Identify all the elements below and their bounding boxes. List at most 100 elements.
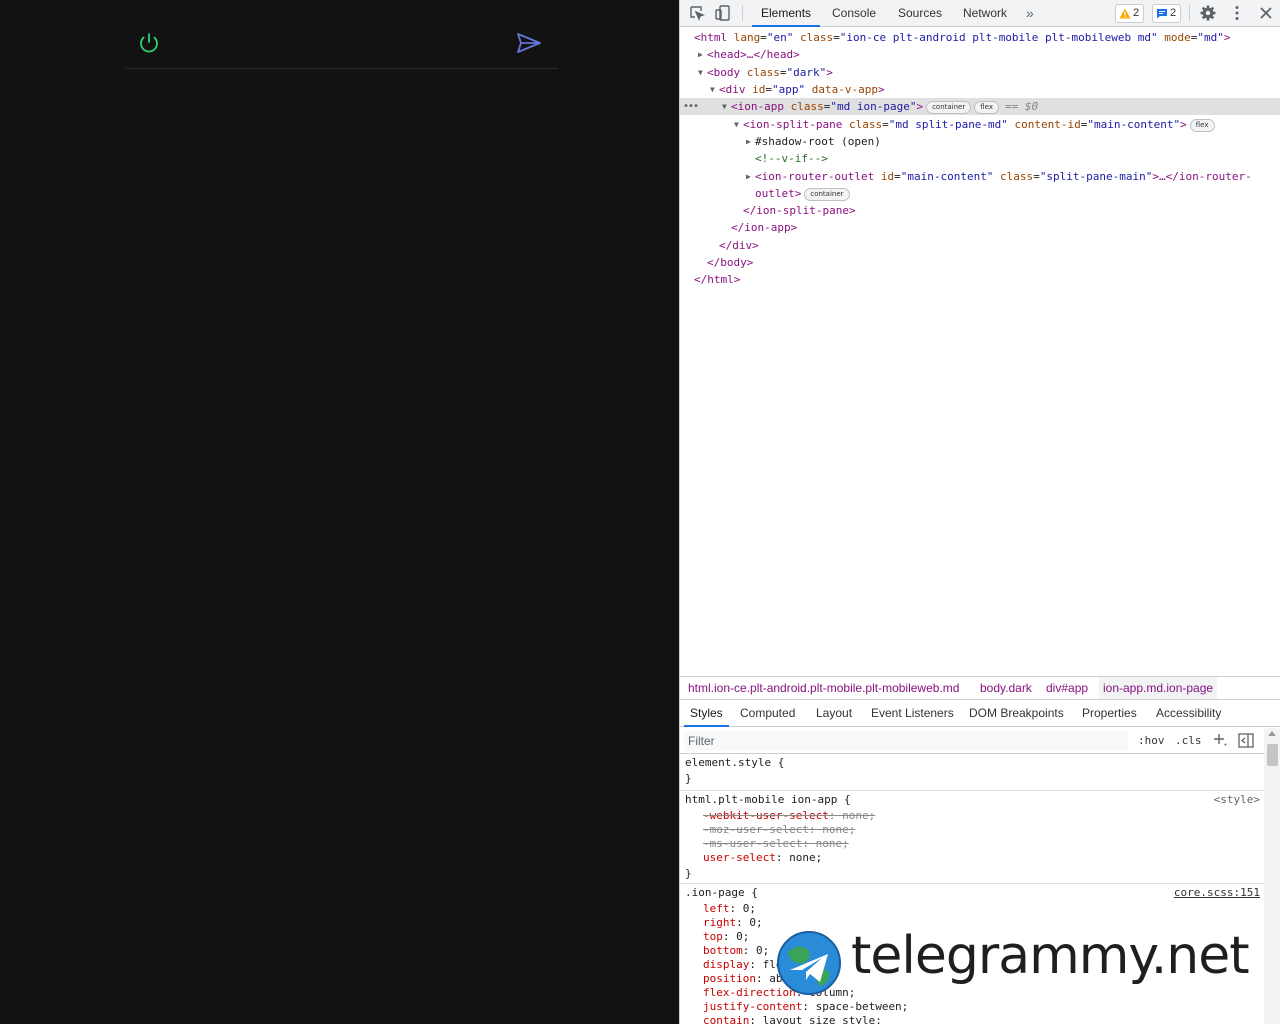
prop-name: left — [703, 902, 730, 915]
expand-triangle-icon[interactable]: ▶ — [746, 133, 754, 150]
flex-badge[interactable]: flex — [1189, 119, 1215, 132]
tag-end: > — [1223, 31, 1231, 44]
rule-selector: element.style { — [685, 756, 785, 769]
styles-subtabs: Styles Computed Layout Event Listeners D… — [680, 700, 1280, 727]
scroll-thumb[interactable] — [1267, 744, 1278, 766]
tag-name: <ion-split-pane — [743, 118, 843, 131]
dom-node-head[interactable]: ▶ <head>…</head> — [680, 46, 1280, 63]
dom-node-ion-router-outlet-wrap[interactable]: outlet> container — [680, 185, 1280, 202]
attr-value: "main-content" — [900, 170, 994, 183]
tab-elements[interactable]: Elements — [752, 0, 821, 27]
power-icon[interactable] — [137, 31, 161, 55]
dom-node-ion-app-close[interactable]: </ion-app> — [680, 219, 1280, 236]
style-declaration[interactable]: -webkit-user-select: none; — [703, 809, 875, 823]
rule-selector: .ion-page { — [685, 886, 758, 899]
tag-name: <body — [707, 66, 741, 79]
styles-filter-input[interactable] — [684, 731, 1128, 751]
dom-node-shadow-root[interactable]: ▶ #shadow-root (open) — [680, 133, 1280, 150]
dom-node-div-app[interactable]: ▼ <div id="app" data-v-app> — [680, 81, 1280, 98]
send-icon[interactable] — [516, 31, 542, 55]
devtools-toolbar: Elements Console Sources Network » 2 2 — [680, 0, 1280, 27]
dom-node-ion-split-pane[interactable]: ▼ <ion-split-pane class="md split-pane-m… — [680, 116, 1280, 133]
breadcrumb-div-app[interactable]: div#app — [1042, 677, 1092, 699]
flex-badge[interactable]: flex — [974, 101, 999, 114]
dom-node-html-close[interactable]: </html> — [680, 271, 1280, 288]
breadcrumb-html[interactable]: html.ion-ce.plt-android.plt-mobile.plt-m… — [684, 677, 963, 699]
more-options-icon[interactable] — [1228, 4, 1246, 22]
rule-source-link[interactable]: core.scss:151 — [1174, 886, 1260, 900]
tab-event-listeners[interactable]: Event Listeners — [865, 700, 960, 727]
hover-state-toggle[interactable]: :hov — [1138, 732, 1165, 750]
class-toggle[interactable]: .cls — [1175, 732, 1202, 750]
tab-sources[interactable]: Sources — [889, 0, 951, 27]
style-declaration[interactable]: -moz-user-select: none; — [703, 823, 855, 837]
tab-dom-breakpoints[interactable]: DOM Breakpoints — [963, 700, 1070, 727]
attr-value: "dark" — [786, 66, 827, 79]
scroll-up-arrow-icon[interactable] — [1268, 731, 1276, 736]
style-declaration[interactable]: left: 0; — [703, 902, 756, 916]
app-toolbar — [125, 18, 558, 69]
breadcrumb-ion-app[interactable]: ion-app.md.ion-page — [1099, 677, 1218, 699]
tab-network[interactable]: Network — [954, 0, 1016, 27]
node-actions-icon[interactable]: ••• — [683, 98, 699, 115]
breadcrumb: html.ion-ce.plt-android.plt-mobile.plt-m… — [680, 676, 1280, 700]
collapse-triangle-icon[interactable]: ▼ — [698, 64, 706, 81]
container-badge[interactable]: container — [926, 101, 972, 114]
container-badge[interactable]: container — [804, 188, 850, 201]
style-declaration[interactable]: bottom: 0; — [703, 944, 769, 958]
settings-gear-icon[interactable] — [1199, 4, 1217, 22]
collapse-triangle-icon[interactable]: ▼ — [734, 116, 742, 133]
dom-node-div-close[interactable]: </div> — [680, 237, 1280, 254]
style-declaration[interactable]: top: 0; — [703, 930, 749, 944]
dom-node-split-pane-close[interactable]: </ion-split-pane> — [680, 202, 1280, 219]
prop-name: -moz-user-select — [703, 823, 809, 836]
style-declaration[interactable]: justify-content: space-between; — [703, 1000, 908, 1014]
prop-name: -ms-user-select — [703, 837, 803, 850]
style-declaration[interactable]: user-select: none; — [703, 851, 822, 865]
attr-name: class — [740, 66, 780, 79]
warning-icon — [1119, 8, 1131, 19]
dom-node-body[interactable]: ▼ <body class="dark"> — [680, 64, 1280, 81]
toggle-sidebar-icon[interactable] — [1238, 733, 1254, 748]
prop-value: 0; — [729, 930, 750, 943]
dom-node-body-close[interactable]: </body> — [680, 254, 1280, 271]
tab-layout[interactable]: Layout — [810, 700, 858, 727]
attr-value: "md ion-page" — [830, 100, 917, 113]
tab-properties[interactable]: Properties — [1076, 700, 1143, 727]
style-declaration[interactable]: right: 0; — [703, 916, 763, 930]
tab-styles[interactable]: Styles — [684, 700, 729, 727]
messages-badge[interactable]: 2 — [1152, 4, 1182, 23]
attr-name: data-v-app — [805, 83, 878, 96]
expand-triangle-icon[interactable]: ▶ — [746, 168, 754, 185]
tab-computed[interactable]: Computed — [734, 700, 801, 727]
tab-accessibility[interactable]: Accessibility — [1150, 700, 1227, 727]
tab-console[interactable]: Console — [823, 0, 885, 27]
attr-name: class — [842, 118, 883, 131]
style-declaration[interactable]: contain: layout size style; — [703, 1014, 882, 1024]
dom-node-ion-router-outlet[interactable]: ▶ <ion-router-outlet id="main-content" c… — [680, 168, 1280, 185]
collapse-triangle-icon[interactable]: ▼ — [710, 81, 718, 98]
more-tabs-button[interactable]: » — [1017, 0, 1043, 27]
device-toolbar-icon[interactable] — [714, 4, 732, 22]
prop-value: none; — [835, 809, 876, 822]
inspect-element-icon[interactable] — [688, 4, 706, 22]
warnings-badge[interactable]: 2 — [1115, 4, 1145, 23]
attr-name: class — [793, 31, 834, 44]
collapse-triangle-icon[interactable]: ▼ — [722, 98, 730, 115]
toolbar-divider — [742, 5, 743, 21]
styles-scrollbar[interactable] — [1264, 728, 1280, 1024]
expand-triangle-icon[interactable]: ▶ — [698, 46, 706, 63]
attr-value: "md split-pane-md" — [888, 118, 1008, 131]
style-rule-element[interactable]: element.style { } — [680, 755, 1264, 791]
dom-node-html[interactable]: <html lang="en" class="ion-ce plt-androi… — [680, 29, 1280, 46]
dom-node-comment[interactable]: <!--v-if--> — [680, 150, 1280, 167]
style-rule-html-plt-mobile[interactable]: html.plt-mobile ion-app { <style> -webki… — [680, 792, 1264, 884]
tag-end: > — [1180, 118, 1187, 131]
breadcrumb-body[interactable]: body.dark — [976, 677, 1036, 699]
tag-end: > — [877, 83, 885, 96]
new-style-rule-icon[interactable] — [1213, 733, 1227, 747]
style-declaration[interactable]: -ms-user-select: none; — [703, 837, 849, 851]
tag-end: >…</ion-router- — [1152, 170, 1252, 183]
close-icon[interactable] — [1257, 4, 1275, 22]
dom-node-ion-app[interactable]: ••• ▼ <ion-app class="md ion-page"> conta… — [680, 98, 1280, 115]
